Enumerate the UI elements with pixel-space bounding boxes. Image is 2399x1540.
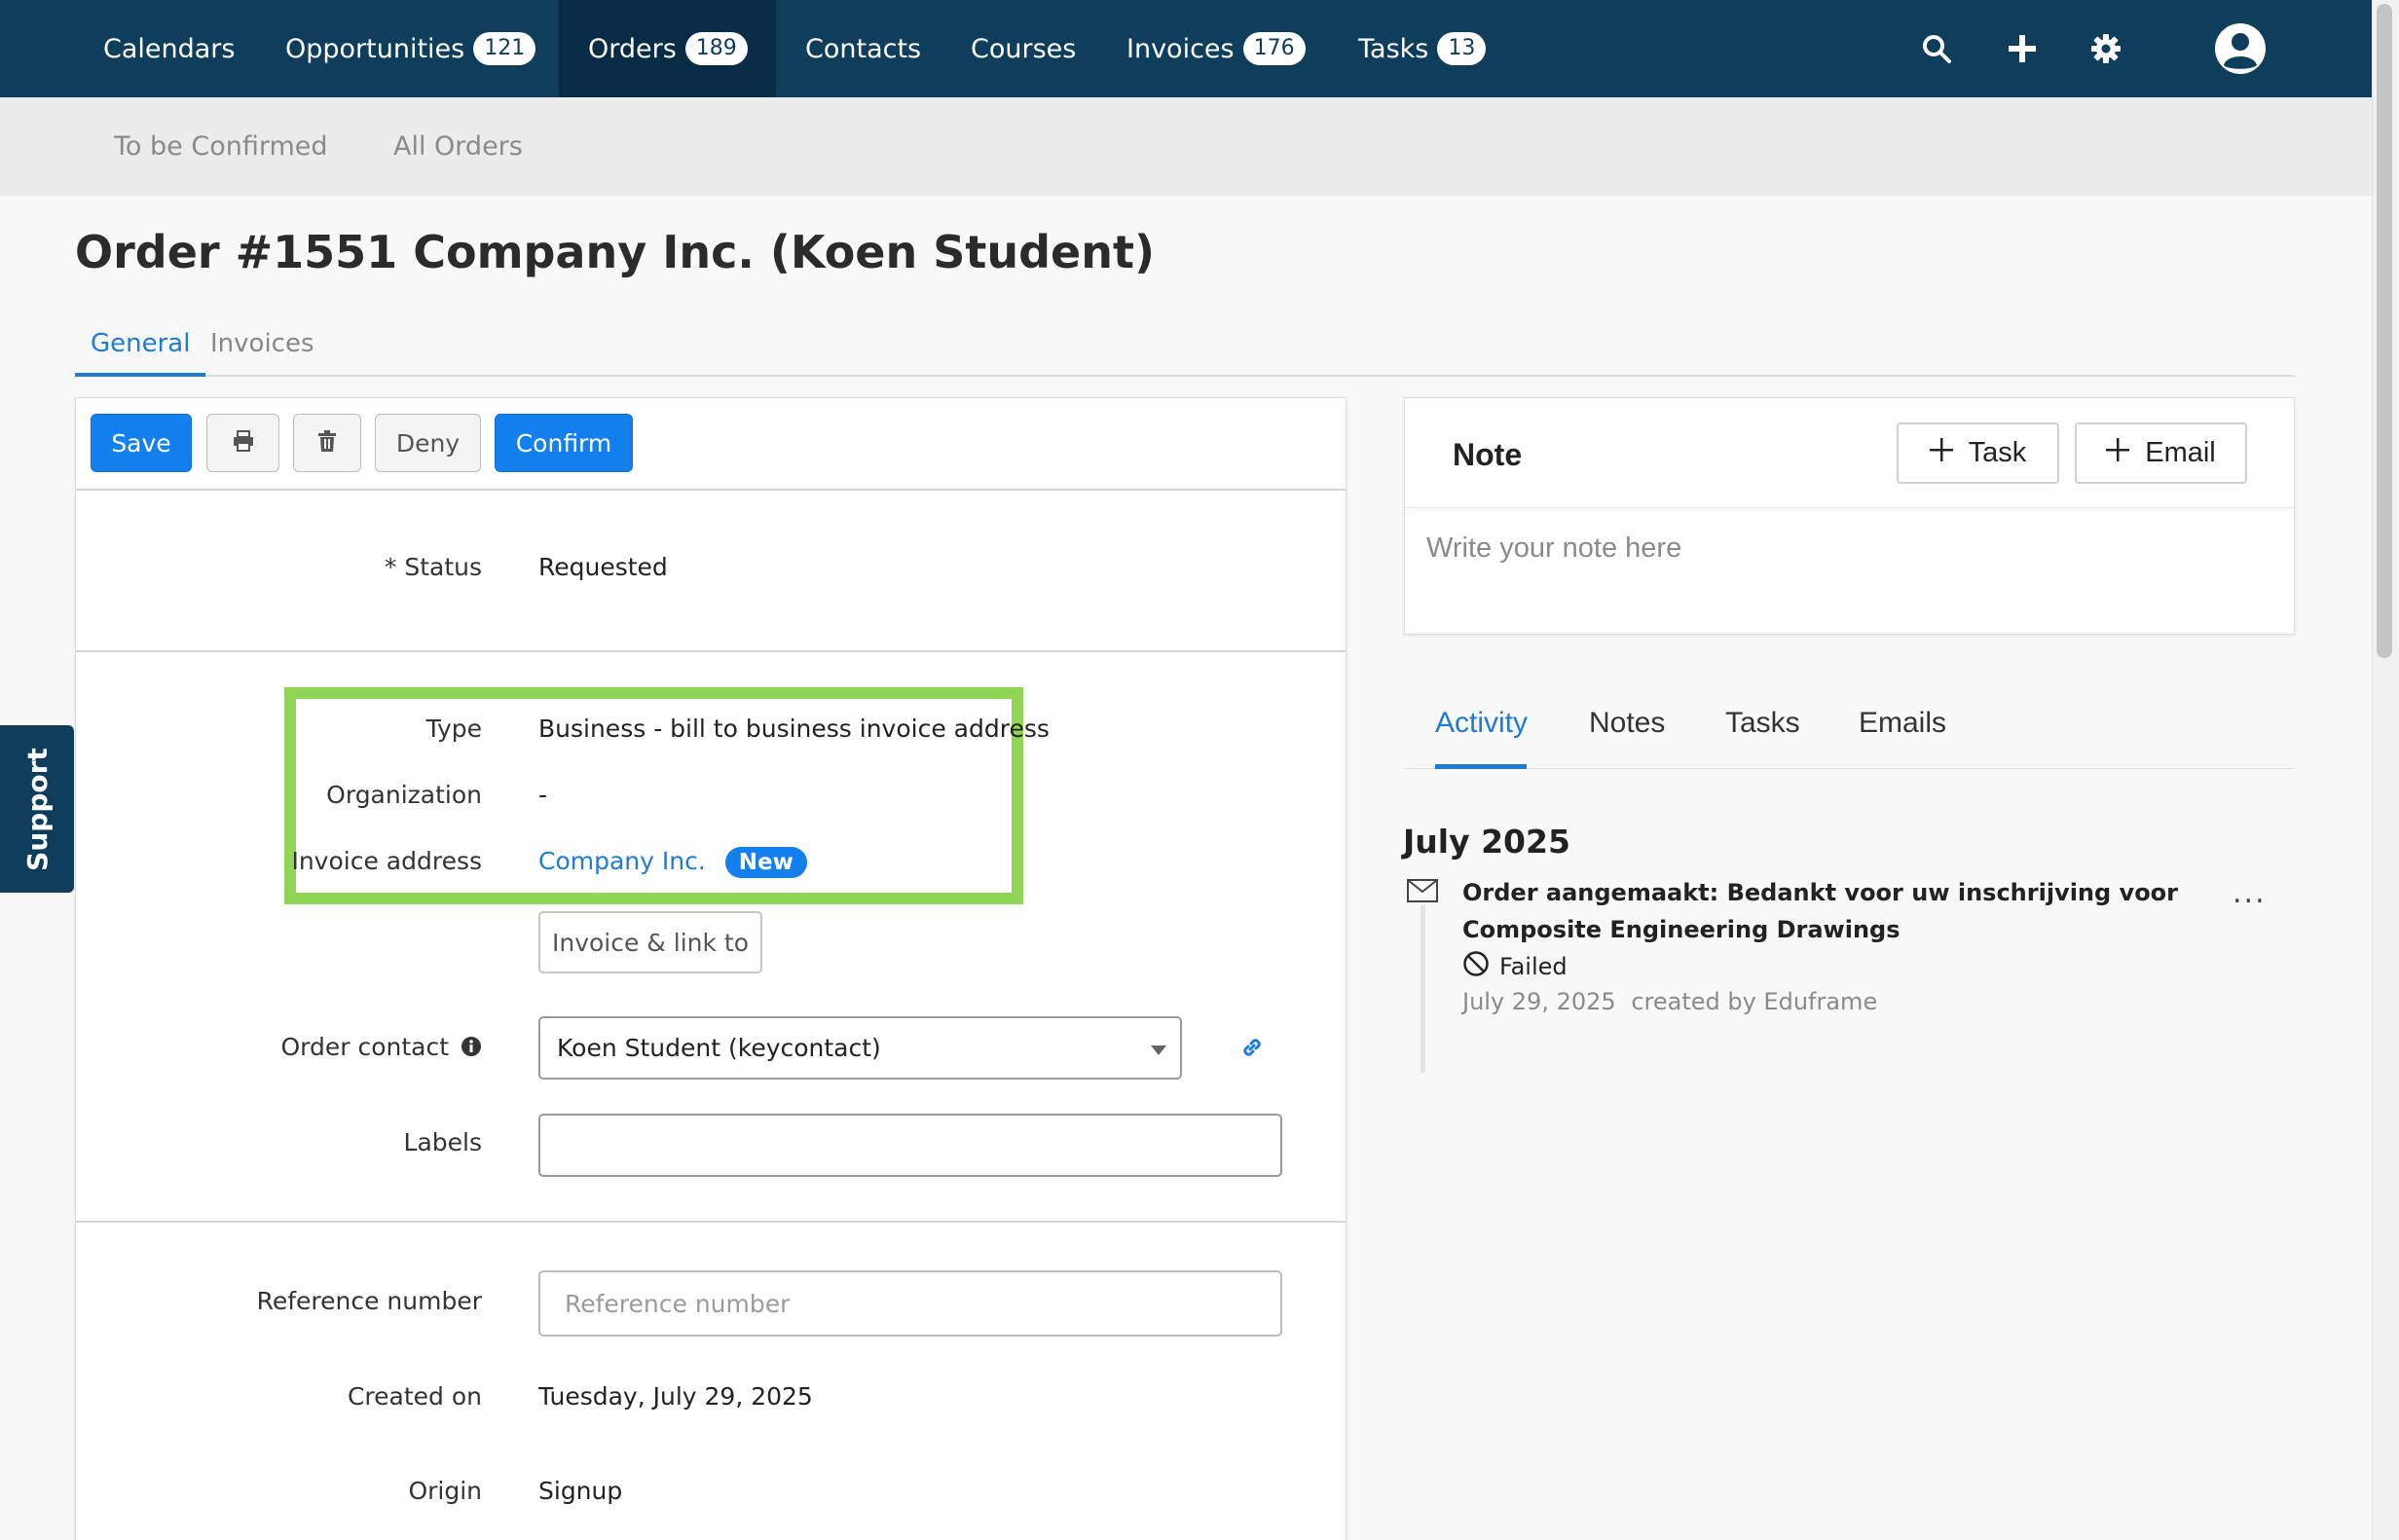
scrollbar-thumb[interactable] [2377,4,2392,658]
section-divider [76,650,1346,652]
nav-label: Orders [588,33,677,64]
activity-author: created by Eduframe [1631,988,1878,1015]
note-card: Note Task Email Write your note here [1404,397,2295,635]
delete-button[interactable] [293,414,361,472]
invoice-address-link[interactable]: Company Inc. [538,847,706,875]
activity-title: Order aangemaakt: Bedankt voor uw inschr… [1462,879,2178,943]
status-label: * Status [384,553,482,581]
chevron-down-icon [1151,1045,1166,1055]
timeline-bar [1421,905,1425,1073]
print-icon [233,429,254,458]
trash-icon [318,429,336,458]
status-value: Requested [538,553,668,581]
type-value: Business - bill to business invoice addr… [538,715,1050,743]
plus-icon [1929,437,1953,469]
nav-orders[interactable]: Orders 189 [559,0,776,97]
nav-invoices[interactable]: Invoices 176 [1097,0,1335,97]
nav-contacts[interactable]: Contacts [776,0,950,97]
section-divider [76,1221,1346,1223]
add-email-button[interactable]: Email [2075,422,2247,484]
deny-button[interactable]: Deny [375,414,481,472]
envelope-icon [1407,879,1438,906]
tab-notes[interactable]: Notes [1589,707,1665,740]
organization-value: - [538,781,548,809]
search-icon[interactable] [1912,24,1961,73]
nav-tasks[interactable]: Tasks 13 [1329,0,1515,97]
tab-general[interactable]: General [75,329,206,377]
order-form-card: Save Deny Confirm * Status Requested Typ… [75,397,1347,1540]
count-badge: 189 [684,32,748,65]
nav-label: Courses [971,33,1077,64]
nav-label: Opportunities [285,33,465,64]
created-on-label: Created on [347,1382,482,1411]
support-label: Support [20,747,54,871]
more-options-icon[interactable]: ... [2233,876,2267,910]
print-button[interactable] [206,414,279,472]
order-contact-value: Koen Student (keycontact) [557,1034,881,1062]
blocked-icon [1462,950,1490,983]
nav-opportunities[interactable]: Opportunities 121 [256,0,565,97]
gear-icon[interactable] [2082,24,2130,73]
count-badge: 176 [1242,32,1306,65]
tab-tasks[interactable]: Tasks [1725,707,1800,740]
origin-label: Origin [408,1477,482,1505]
support-tab[interactable]: Support [0,725,74,893]
reference-number-label: Reference number [256,1287,482,1315]
sub-navigation: To be Confirmed All Orders [0,97,2372,196]
note-divider [1405,507,2294,508]
order-contact-select[interactable]: Koen Student (keycontact) [538,1016,1182,1080]
activity-status-text: Failed [1499,953,1568,980]
save-button[interactable]: Save [91,414,192,472]
reference-number-input[interactable]: Reference number [538,1270,1282,1337]
note-textarea[interactable]: Write your note here [1426,532,1681,565]
activity-meta: July 29, 2025 created by Eduframe [1462,988,1877,1015]
nav-courses[interactable]: Courses [941,0,1105,97]
confirm-button[interactable]: Confirm [495,414,633,472]
count-badge: 121 [473,32,536,65]
invoice-address-row: Company Inc. New [538,847,807,878]
labels-input[interactable] [538,1114,1282,1177]
link-icon[interactable] [1239,1035,1265,1064]
activity-date: July 29, 2025 [1462,988,1616,1015]
type-label: Type [425,715,482,743]
subnav-to-be-confirmed[interactable]: To be Confirmed [114,97,328,196]
origin-value: Signup [538,1477,623,1505]
note-title: Note [1453,437,1523,472]
activity-status: Failed [1462,950,1568,983]
invoice-address-label: Invoice address [291,847,482,875]
new-badge: New [724,847,807,878]
nav-calendars[interactable]: Calendars [74,0,264,97]
labels-label: Labels [403,1128,482,1156]
page-title: Order #1551 Company Inc. (Koen Student) [75,226,1156,278]
order-toolbar: Save Deny Confirm [76,398,1346,491]
order-contact-label-text: Order contact [280,1033,450,1061]
count-badge: 13 [1437,32,1487,65]
invoice-link-button[interactable]: Invoice & link to [538,911,762,973]
user-avatar-icon[interactable] [2213,21,2268,76]
add-task-label: Task [1968,437,2027,468]
order-contact-label: Order contact [281,1033,483,1063]
active-tab-indicator [1435,764,1527,769]
activity-tabs-divider [1404,768,2295,769]
subnav-all-orders[interactable]: All Orders [393,97,523,196]
tab-emails[interactable]: Emails [1859,707,1946,740]
info-icon[interactable] [461,1035,482,1063]
tabs-divider [75,375,2295,377]
organization-label: Organization [326,781,482,809]
plus-icon[interactable] [1998,24,2047,73]
top-navigation: Calendars Opportunities 121 Orders 189 C… [0,0,2372,97]
plus-icon [2106,437,2130,469]
created-on-value: Tuesday, July 29, 2025 [538,1382,813,1411]
nav-label: Invoices [1126,33,1235,64]
nav-label: Tasks [1358,33,1429,64]
timeline-month: July 2025 [1403,823,1570,861]
nav-label: Calendars [103,33,236,64]
add-task-button[interactable]: Task [1897,422,2059,484]
tab-activity[interactable]: Activity [1435,707,1528,740]
nav-label: Contacts [805,33,922,64]
tab-invoices[interactable]: Invoices [195,329,330,377]
add-email-label: Email [2145,437,2216,468]
